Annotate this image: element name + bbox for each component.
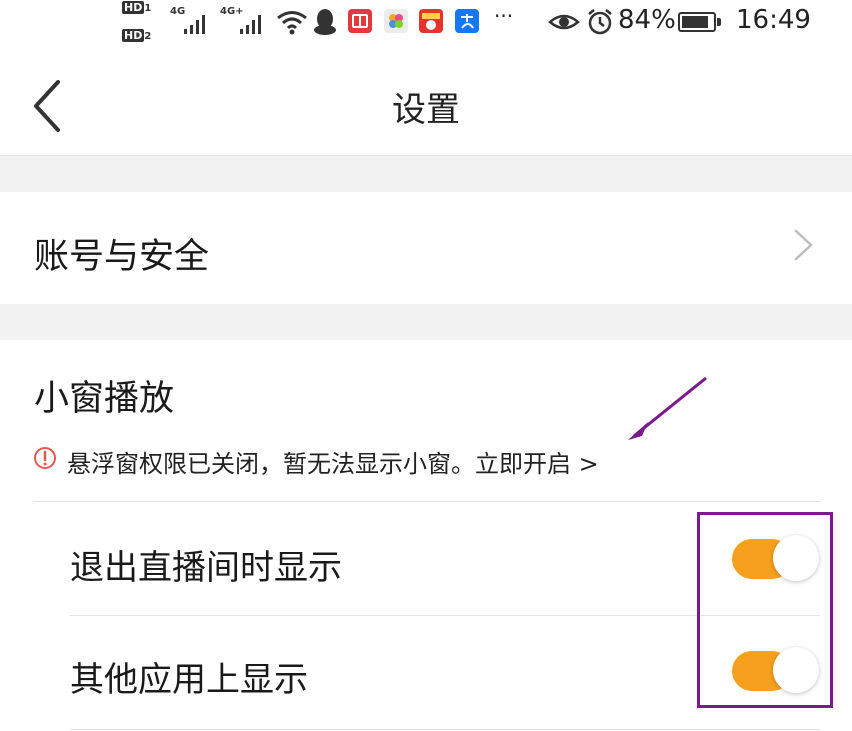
signal-icon-1 xyxy=(184,14,214,34)
eye-icon xyxy=(548,14,580,30)
alipay-icon xyxy=(455,9,479,33)
floating-window-title: 小窗播放 xyxy=(34,379,175,419)
section-gap xyxy=(0,304,852,340)
page-title: 设置 xyxy=(392,90,460,130)
clock: 16:49 xyxy=(736,5,811,35)
wifi-icon xyxy=(277,11,307,35)
book-app-icon xyxy=(348,9,372,33)
signal-icon-2 xyxy=(240,14,270,34)
annotation-highlight-box xyxy=(697,512,833,708)
network-type-1: 4G xyxy=(170,6,186,17)
shopping-app-icon xyxy=(419,9,443,33)
section-gap xyxy=(0,156,852,192)
status-bar: HD 1 HD 2 4G 4G+ ··· 84% 16:49 xyxy=(0,0,852,48)
navigation-bar: 设置 xyxy=(0,48,852,156)
chevron-right-icon xyxy=(794,229,813,261)
alarm-icon xyxy=(588,9,612,35)
more-notifications-icon: ··· xyxy=(494,4,514,28)
annotation-arrow xyxy=(628,376,707,440)
warning-icon xyxy=(34,447,56,469)
divider xyxy=(70,729,820,730)
gallery-app-icon xyxy=(384,9,408,33)
show-on-exit-live-room-label: 退出直播间时显示 xyxy=(70,548,342,588)
battery-icon xyxy=(678,12,721,32)
account-security-label: 账号与安全 xyxy=(34,237,210,277)
account-security-row[interactable]: 账号与安全 xyxy=(0,192,852,304)
qq-penguin-icon xyxy=(314,9,336,35)
permission-warning-text: 悬浮窗权限已关闭，暂无法显示小窗。立即开启 > xyxy=(67,450,599,478)
show-over-other-apps-label: 其他应用上显示 xyxy=(70,660,308,700)
hd2-indicator: HD 2 xyxy=(122,29,152,42)
battery-percentage: 84% xyxy=(618,5,676,35)
hd1-indicator: HD 1 xyxy=(122,1,152,14)
